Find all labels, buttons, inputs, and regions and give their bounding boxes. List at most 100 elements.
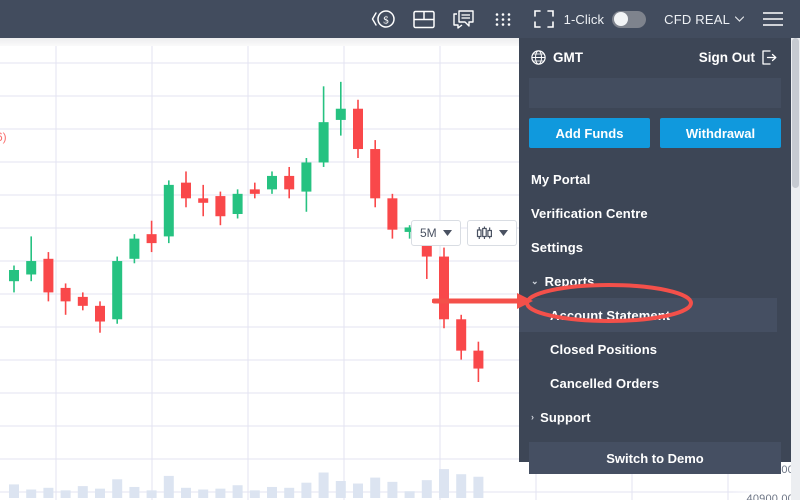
candle-body [77,296,88,306]
fullscreen-icon[interactable] [524,0,564,38]
timeframe-dropdown[interactable]: 5M [411,220,461,246]
candle-body [26,261,37,275]
menu-item-label: Closed Positions [550,341,658,357]
volume-bar [301,482,312,498]
chevron-down-icon [498,230,508,236]
volume-bar [387,481,398,498]
candle-body [267,175,277,190]
menu-item-verification-centre[interactable]: Verification Centre [519,196,791,230]
account-dropdown-panel: GMT Sign Out Add Funds Withdrawal My Por… [519,38,791,474]
menu-item-settings[interactable]: Settings [519,230,791,264]
chevron-down-icon [442,230,452,236]
volume-bar [232,485,243,498]
sign-out-label: Sign Out [698,49,755,65]
candle-body [387,198,398,230]
candle-body [181,182,191,199]
candle-body [301,162,312,192]
toggle-knob [614,12,629,26]
candle-body [370,149,381,199]
chart-indicator-value: 6) [0,130,7,144]
balance-strip [529,78,781,108]
volume-bar [129,486,140,498]
volume-bar [43,487,54,498]
page-scrollbar-thumb[interactable] [792,38,799,188]
chevron-right-icon: › [531,412,535,422]
volume-bar [77,486,88,498]
volume-bar [112,479,123,498]
menu-item-support[interactable]: › Support [519,400,791,434]
timeframe-label: 5M [420,226,437,240]
candle-body [318,122,329,163]
timezone-label: GMT [553,49,583,65]
candle-body [60,287,71,302]
candle-body [215,196,226,217]
page-scrollbar-track[interactable] [791,38,800,500]
candle-body [163,184,174,237]
candle-body [198,198,209,203]
volume-bar [267,486,277,498]
volume-bar [439,469,449,498]
menu-item-reports[interactable]: ⌄ Reports [519,264,791,298]
volume-bar [370,477,381,498]
panel-menu: My Portal Verification Centre Settings ⌄ Rep… [519,162,791,434]
volume-bar [318,472,329,498]
candle-body [9,270,19,282]
volume-bar [9,484,19,498]
volume-bar [404,491,415,498]
volume-bar [215,488,226,498]
one-click-toggle[interactable] [612,10,647,28]
menu-item-my-portal[interactable]: My Portal [519,162,791,196]
candle-body [129,238,140,259]
menu-item-cancelled-orders[interactable]: Cancelled Orders [519,366,791,400]
svg-text:$: $ [383,15,389,27]
sign-out-icon [762,49,777,65]
layout-grid-icon[interactable] [404,0,444,38]
volume-bar [284,487,295,498]
candle-body [473,350,484,369]
chevron-down-icon: ⌄ [531,275,539,286]
panel-header: GMT Sign Out [519,38,791,76]
menu-item-label: Verification Centre [531,205,648,221]
candle-body [43,258,54,293]
menu-item-label: Account Statement [550,307,671,323]
chevron-down-icon[interactable] [735,16,744,22]
volume-bar [146,490,157,498]
volume-bar [198,489,209,498]
deposit-dollar-icon[interactable]: $ [364,0,404,38]
withdrawal-button[interactable]: Withdrawal [660,118,781,148]
volume-bar [335,481,346,498]
switch-to-demo-button[interactable]: Switch to Demo [529,442,781,474]
menu-item-label: Support [540,409,591,425]
candle-body [456,319,467,351]
timezone-indicator: GMT [531,50,583,65]
volume-bar [26,489,37,498]
funds-button-row: Add Funds Withdrawal [519,108,791,148]
menu-item-closed-positions[interactable]: Closed Positions [519,332,791,366]
one-click-label: 1-Click [563,11,605,27]
chart-controls: 5M [411,220,517,246]
volume-bar [60,490,71,498]
menu-item-label: My Portal [531,171,591,187]
volume-bar [249,490,260,498]
volume-bar [473,476,484,498]
candle-body [112,261,123,320]
volume-bar [163,475,174,498]
sign-out-button[interactable]: Sign Out [699,50,777,65]
candlestick-icon [476,226,492,239]
switch-demo-wrap: Switch to Demo [519,434,791,474]
globe-icon [531,49,546,65]
menu-item-label: Cancelled Orders [550,375,660,391]
candle-body [284,175,295,190]
menu-item-account-statement[interactable]: Account Statement [519,298,777,332]
chat-icon[interactable] [444,0,484,38]
candle-body [95,305,105,322]
apps-dots-icon[interactable] [484,0,524,38]
volume-bar [456,474,467,498]
menu-item-label: Reports [544,273,595,289]
add-funds-button[interactable]: Add Funds [529,118,650,148]
account-label[interactable]: CFD REAL [664,12,730,27]
candle-body [353,108,363,150]
candle-body [232,193,243,214]
chart-type-dropdown[interactable] [466,220,517,246]
hamburger-icon[interactable] [760,11,786,27]
